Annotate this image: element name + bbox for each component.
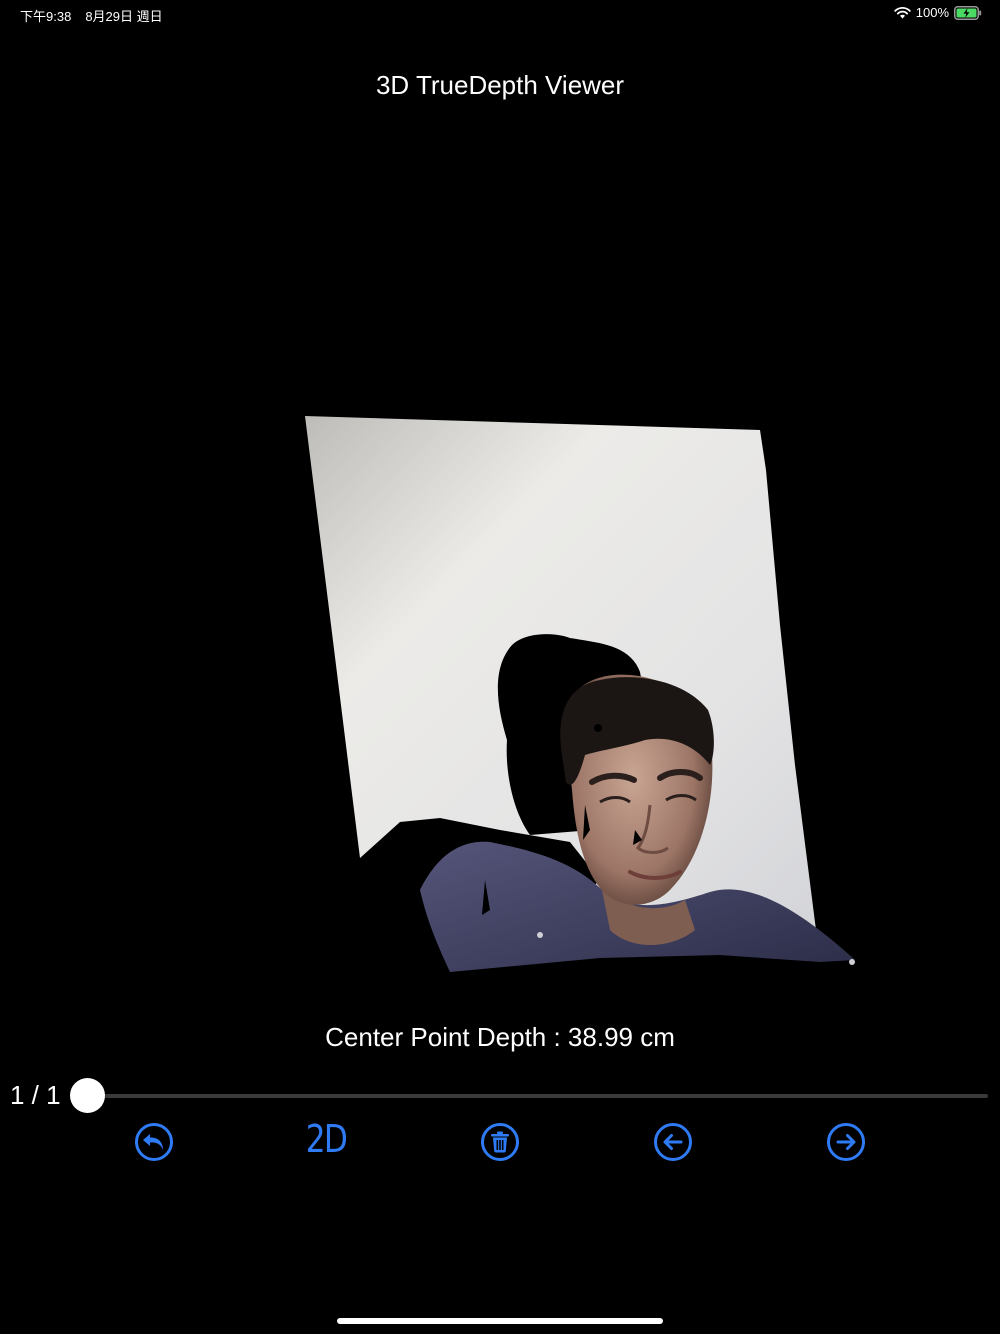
status-date: 8月29日 週日 (85, 9, 163, 24)
undo-button[interactable] (132, 1120, 176, 1164)
arrow-right-icon (826, 1122, 866, 1162)
next-button[interactable] (824, 1120, 868, 1164)
battery-charging-icon (954, 5, 982, 20)
previous-button[interactable] (651, 1120, 695, 1164)
status-bar: 下午9:38 8月29日 週日 100% (0, 0, 1000, 28)
home-indicator[interactable] (337, 1318, 663, 1324)
frame-slider-thumb[interactable] (70, 1078, 105, 1113)
page-title: 3D TrueDepth Viewer (375, 70, 625, 100)
center-depth-label: Center Point Depth : 38.99 cm (325, 1022, 675, 1052)
trash-icon (480, 1122, 520, 1162)
toggle-2d-button[interactable]: 2D (301, 1117, 350, 1161)
frame-slider-track[interactable] (88, 1094, 988, 1098)
page-counter: 1 / 1 (10, 1080, 61, 1110)
delete-button[interactable] (478, 1120, 522, 1164)
wifi-icon (894, 6, 911, 19)
depth-viewer-canvas[interactable] (300, 410, 865, 980)
battery-percent: 100% (915, 5, 949, 20)
status-right: 100% (894, 5, 982, 20)
arrow-left-icon (653, 1122, 693, 1162)
status-left: 下午9:38 8月29日 週日 (20, 6, 163, 25)
point-cloud-render (305, 416, 855, 972)
undo-icon (134, 1122, 174, 1162)
status-time: 下午9:38 (20, 9, 72, 24)
